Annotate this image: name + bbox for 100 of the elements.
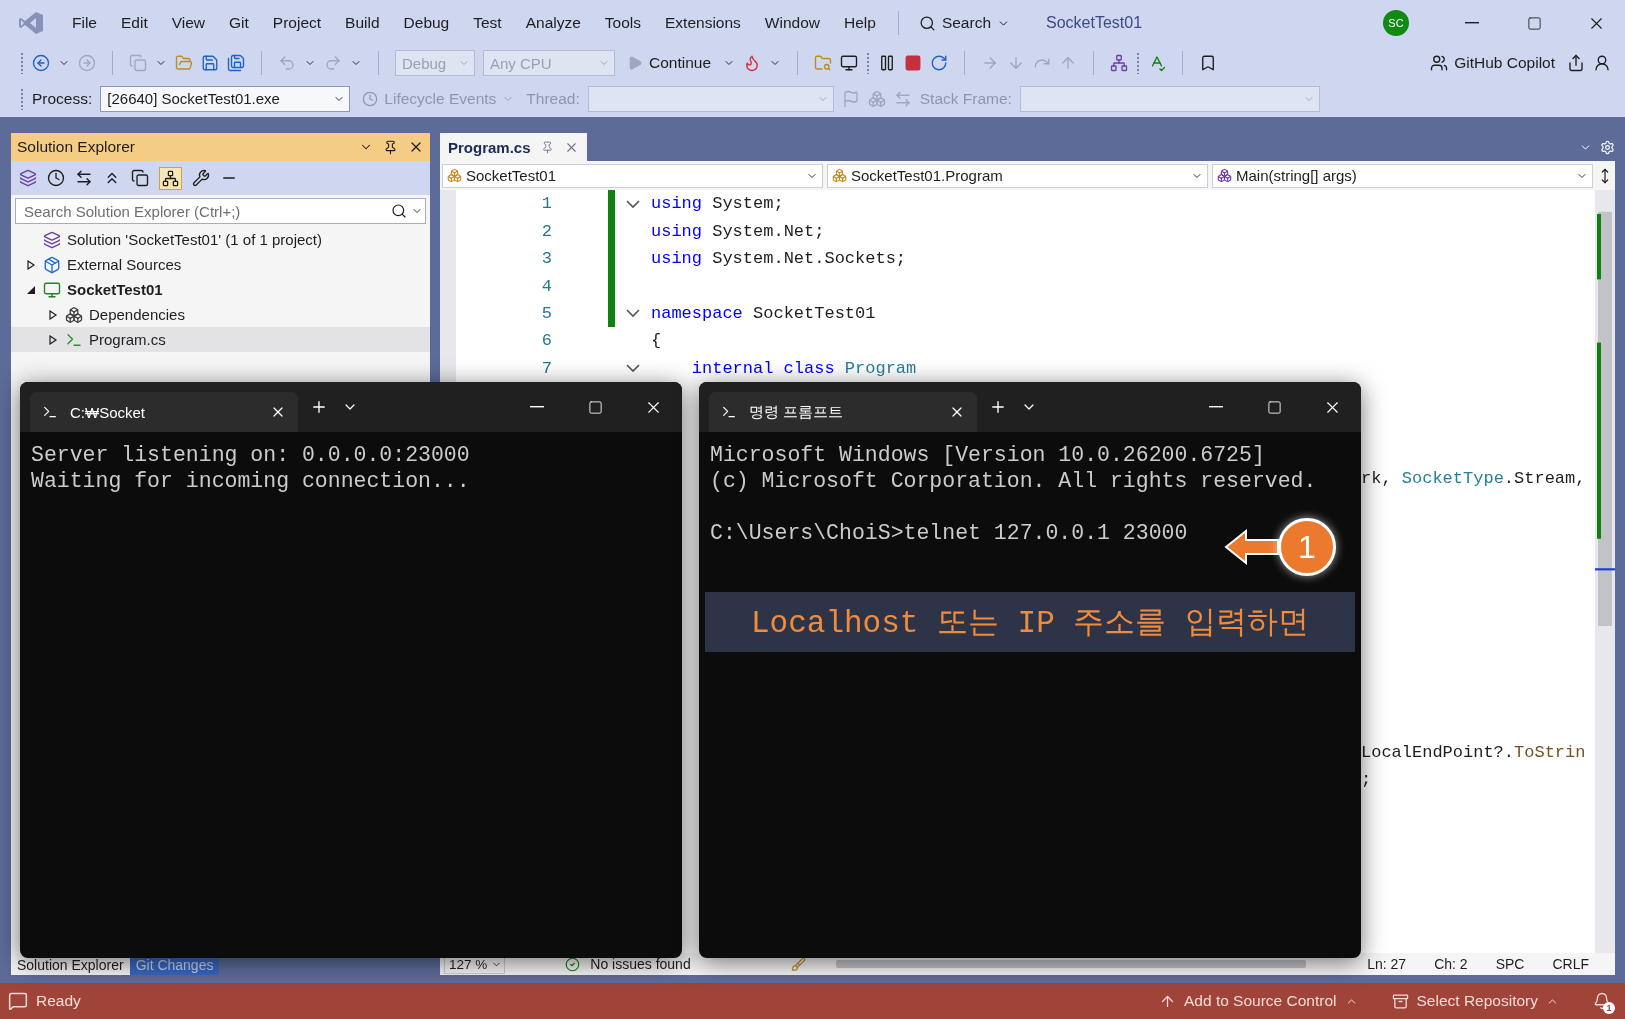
menu-item[interactable]: View bbox=[161, 10, 216, 36]
window-icon[interactable] bbox=[840, 54, 859, 72]
code-line: using System; bbox=[651, 194, 784, 214]
tree-item[interactable]: Program.cs bbox=[11, 327, 430, 352]
menu-item[interactable]: File bbox=[62, 10, 107, 36]
editor-status: SPC bbox=[1495, 956, 1525, 972]
settings-icon[interactable] bbox=[1600, 139, 1615, 155]
share-icon[interactable] bbox=[1567, 54, 1585, 72]
arrow-icon bbox=[1224, 529, 1280, 565]
search-box[interactable]: Search Solution Explorer (Ctrl+;) bbox=[15, 198, 426, 224]
terminal-tab[interactable]: 명령 프롬프트 bbox=[709, 392, 977, 432]
symbol-icon bbox=[1217, 168, 1232, 183]
expanded-arrow-icon[interactable] bbox=[26, 284, 36, 295]
symbol-icon bbox=[832, 168, 847, 183]
save-all-icon[interactable] bbox=[227, 54, 245, 72]
clock-icon bbox=[362, 90, 379, 107]
line-number: 6 bbox=[540, 331, 553, 351]
line-number: 3 bbox=[540, 249, 553, 269]
menu-item[interactable]: Tools bbox=[594, 10, 652, 36]
menu-item[interactable]: Window bbox=[754, 10, 830, 36]
menu-item[interactable]: Debug bbox=[393, 10, 460, 36]
window-title: SocketTest01 bbox=[1046, 14, 1143, 32]
source-control-button[interactable]: Add to Source Control bbox=[1159, 992, 1358, 1010]
search-field[interactable]: Search Solution Explorer (Ctrl+;) bbox=[22, 201, 387, 221]
copilot-button[interactable]: GitHub Copilot bbox=[1426, 52, 1559, 74]
maximize-icon bbox=[587, 399, 603, 415]
menu-item[interactable]: Test bbox=[463, 10, 512, 36]
menu-item[interactable]: Analyze bbox=[515, 10, 591, 36]
terminal-tab[interactable]: C:₩Socket bbox=[30, 392, 298, 432]
continue-button[interactable]: Continue bbox=[623, 52, 716, 74]
save-icon[interactable] bbox=[201, 54, 219, 72]
navigation-dropdown[interactable]: Main(string[] args) bbox=[1212, 163, 1593, 188]
view-toggle[interactable] bbox=[159, 166, 182, 190]
dependencies-icon bbox=[65, 305, 83, 324]
line-number: 2 bbox=[540, 221, 553, 241]
code-line: namespace SocketTest01 bbox=[651, 303, 876, 323]
terminal-icon bbox=[42, 404, 58, 420]
process-dropdown[interactable]: [26640] SocketTest01.exe bbox=[100, 85, 351, 112]
output-icon[interactable] bbox=[8, 991, 28, 1011]
show-all-files-icon[interactable] bbox=[131, 169, 149, 187]
caption-banner: Localhost 또는 IP 주소를 입력하면 bbox=[705, 592, 1355, 652]
tree-item[interactable]: Dependencies bbox=[11, 302, 430, 327]
properties-icon[interactable] bbox=[192, 169, 210, 187]
horizontal-scrollbar[interactable] bbox=[835, 960, 1306, 968]
back-icon[interactable] bbox=[32, 54, 50, 72]
collapsed-arrow-icon[interactable] bbox=[48, 334, 58, 345]
new-tab-icon[interactable] bbox=[310, 398, 328, 416]
avatar[interactable]: SC bbox=[1383, 10, 1409, 36]
open-folder-icon[interactable] bbox=[175, 54, 193, 72]
code-line: internal class Program bbox=[690, 358, 917, 378]
play-icon bbox=[627, 55, 643, 71]
line-number: 4 bbox=[540, 276, 553, 296]
navigation-dropdown[interactable]: SocketTest01.Program bbox=[827, 163, 1208, 188]
terminal-line: Server listening on: 0.0.0.0:23000 bbox=[31, 442, 471, 468]
scrollbar[interactable] bbox=[1595, 190, 1615, 953]
fold-icon[interactable] bbox=[626, 363, 640, 374]
notification-icon[interactable] bbox=[1593, 992, 1611, 1010]
menu-item[interactable]: Extensions bbox=[655, 10, 751, 36]
new-tab-icon[interactable] bbox=[989, 398, 1007, 416]
editor-status: CRLF bbox=[1552, 956, 1589, 972]
fold-icon[interactable] bbox=[626, 198, 640, 209]
maximize-icon bbox=[1526, 15, 1542, 31]
search-button[interactable]: Search bbox=[910, 10, 1018, 36]
sync-icon[interactable] bbox=[75, 169, 93, 187]
code-line: ; bbox=[1361, 770, 1372, 790]
feedback-icon[interactable] bbox=[1593, 54, 1611, 72]
folder-search-icon[interactable] bbox=[814, 54, 833, 72]
notification-count: 1 bbox=[1603, 1002, 1615, 1014]
terminal-line: Microsoft Windows [Version 10.0.26200.6725] bbox=[710, 442, 1266, 468]
restart-icon[interactable] bbox=[930, 54, 949, 72]
minimize-icon bbox=[1209, 406, 1223, 408]
tree-item[interactable]: Solution 'SocketTest01' (1 of 1 project) bbox=[11, 227, 430, 252]
code-line: rk, SocketType.Stream, bbox=[1361, 468, 1586, 488]
pin-icon[interactable] bbox=[383, 139, 398, 155]
panel-title: Solution Explorer bbox=[17, 138, 137, 156]
line-number: 1 bbox=[540, 194, 553, 214]
tree-item[interactable]: SocketTest01 bbox=[11, 277, 430, 302]
repository-button[interactable]: Select Repository bbox=[1391, 992, 1559, 1010]
step-badge: 1 bbox=[1278, 518, 1336, 576]
search-icon bbox=[391, 203, 407, 219]
hierarchy-icon bbox=[162, 169, 179, 187]
solution-switch-icon[interactable] bbox=[19, 169, 37, 187]
navigation-dropdown[interactable]: SocketTest01 bbox=[442, 163, 823, 188]
menu-item[interactable]: Help bbox=[834, 10, 886, 36]
pending-changes-icon[interactable] bbox=[47, 169, 65, 187]
menu-item[interactable]: Git bbox=[219, 10, 259, 36]
menu-item[interactable]: Project bbox=[262, 10, 332, 36]
issues-status[interactable]: No issues found bbox=[590, 956, 691, 972]
check-icon bbox=[565, 956, 581, 972]
collapsed-arrow-icon[interactable] bbox=[48, 309, 58, 320]
stop-icon[interactable] bbox=[904, 54, 923, 72]
fold-icon[interactable] bbox=[626, 308, 640, 319]
menu-item[interactable]: Edit bbox=[111, 10, 158, 36]
collapsed-arrow-icon[interactable] bbox=[26, 259, 36, 270]
brush-icon[interactable] bbox=[790, 956, 806, 972]
menu-item[interactable]: Build bbox=[335, 10, 390, 36]
terminal-line: (c) Microsoft Corporation. All rights reserved. bbox=[710, 468, 1318, 494]
tree-item[interactable]: External Sources bbox=[11, 252, 430, 277]
app-logo-icon bbox=[18, 10, 44, 36]
diagnostics-icon[interactable] bbox=[1110, 54, 1129, 72]
